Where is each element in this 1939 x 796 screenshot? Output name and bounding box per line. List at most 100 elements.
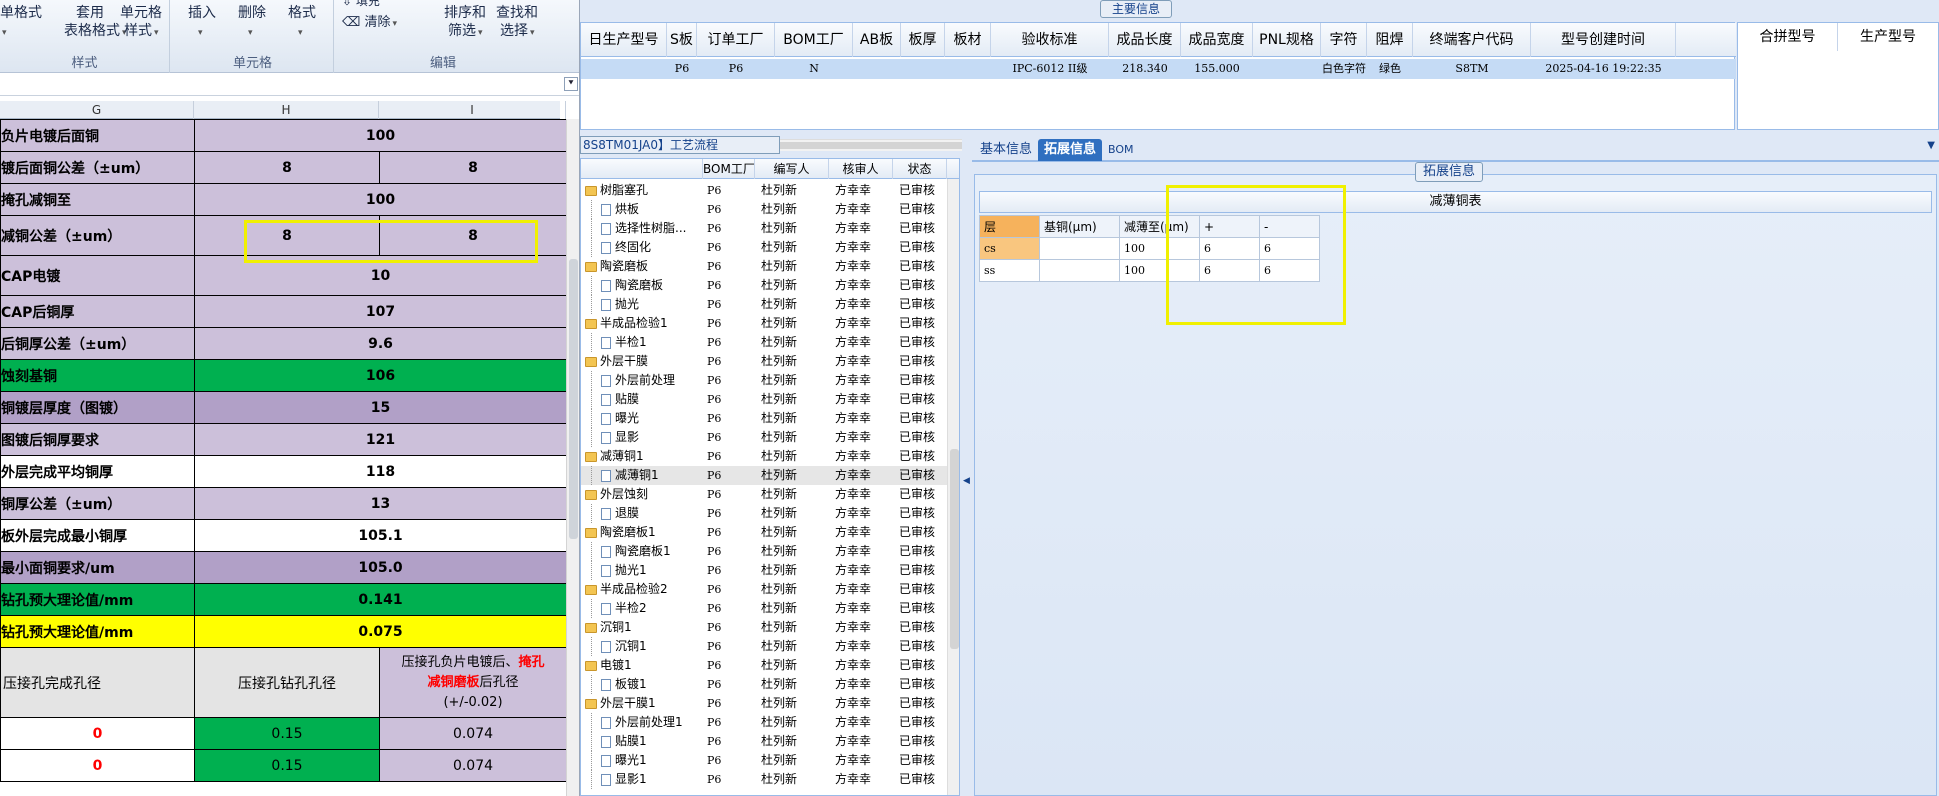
- process-tree-row[interactable]: 曝光 P6 杜列新 方幸幸 已审核: [581, 409, 959, 428]
- formula-bar[interactable]: ⯆: [0, 74, 579, 96]
- collapse-left-icon[interactable]: ◀: [963, 476, 970, 486]
- cell-h[interactable]: 0.15: [194, 749, 380, 782]
- process-tree-row[interactable]: 板镀1 P6 杜列新 方幸幸 已审核: [581, 675, 959, 694]
- grid-cell[interactable]: 218.340: [1109, 59, 1181, 79]
- tab-bom[interactable]: BOM: [1102, 139, 1140, 161]
- tab-extended-info[interactable]: 拓展信息: [1038, 139, 1103, 161]
- grid-column-header[interactable]: S板: [667, 23, 697, 57]
- grid-column-header[interactable]: 验收标准: [991, 23, 1109, 57]
- cell-h[interactable]: 0.141: [193, 583, 568, 616]
- cell-i[interactable]: 8: [378, 151, 568, 184]
- cell-h[interactable]: 15: [193, 391, 568, 424]
- copper-header-cell[interactable]: 减薄至(μm): [1119, 215, 1200, 238]
- cell-g[interactable]: 最小面铜要求/um: [0, 551, 195, 584]
- scroll-thumb[interactable]: [569, 259, 578, 539]
- column-header-g[interactable]: G: [0, 101, 194, 119]
- process-tree-row[interactable]: 减薄铜1 P6 杜列新 方幸幸 已审核: [581, 466, 959, 485]
- grid-cell[interactable]: [945, 59, 991, 79]
- sort-filter-button[interactable]: 排序和 筛选 ▾: [444, 4, 486, 42]
- cell-h[interactable]: 118: [193, 455, 568, 488]
- cell-h[interactable]: 0.075: [193, 615, 568, 648]
- grid-cell[interactable]: 155.000: [1181, 59, 1253, 79]
- fill-button[interactable]: ⇩ 填充: [342, 0, 380, 10]
- process-tree-row[interactable]: 显影 P6 杜列新 方幸幸 已审核: [581, 428, 959, 447]
- cell-g[interactable]: 压接孔完成孔径: [0, 647, 195, 718]
- process-tree-row[interactable]: 抛光1 P6 杜列新 方幸幸 已审核: [581, 561, 959, 580]
- cell-g[interactable]: 外层完成平均铜厚: [0, 455, 195, 488]
- cell-g[interactable]: CAP后铜厚: [0, 295, 195, 328]
- copper-cell[interactable]: [1039, 237, 1120, 260]
- copper-cell[interactable]: 100: [1119, 237, 1200, 260]
- cell-i[interactable]: 0.074: [378, 717, 568, 750]
- process-column-header[interactable]: 状态: [893, 159, 947, 179]
- grid-cell[interactable]: 白色字符: [1321, 59, 1367, 79]
- copper-cell[interactable]: 6: [1259, 259, 1320, 282]
- tab-menu-icon[interactable]: ▼: [1927, 140, 1935, 151]
- cell-h[interactable]: 100: [193, 119, 568, 152]
- cell-h[interactable]: 9.6: [193, 327, 568, 360]
- grid-column-header[interactable]: 成品长度: [1109, 23, 1181, 57]
- tab-basic-info[interactable]: 基本信息: [974, 139, 1038, 161]
- process-tree-row[interactable]: 陶瓷磨板1 P6 杜列新 方幸幸 已审核: [581, 542, 959, 561]
- grid-column-header[interactable]: 阻焊: [1367, 23, 1413, 57]
- column-header-h[interactable]: H: [194, 101, 379, 119]
- cell-g[interactable]: 铜镀层厚度（图镀）: [0, 391, 195, 424]
- process-tree-row[interactable]: 半检2 P6 杜列新 方幸幸 已审核: [581, 599, 959, 618]
- cell-g[interactable]: 铜厚公差（±um）: [0, 487, 195, 520]
- delete-button[interactable]: 删除 ▾: [238, 4, 266, 42]
- grid-cell[interactable]: S8TM: [1413, 59, 1531, 79]
- grid-column-header[interactable]: 终端客户代码: [1413, 23, 1531, 57]
- grid-column-header[interactable]: 成品宽度: [1181, 23, 1253, 57]
- copper-header-cell[interactable]: 层: [979, 215, 1040, 238]
- grid-column-header[interactable]: BOM工厂: [775, 23, 853, 57]
- copper-header-cell[interactable]: +: [1199, 215, 1260, 238]
- grid-cell[interactable]: 2025-04-16 19:22:35: [1531, 59, 1676, 79]
- format-button[interactable]: 格式 ▾: [288, 4, 316, 42]
- grid-cell[interactable]: P6: [697, 59, 775, 79]
- copper-cell[interactable]: 6: [1259, 237, 1320, 260]
- cell-g[interactable]: CAP电镀: [0, 255, 195, 296]
- process-column-header[interactable]: 编写人: [755, 159, 829, 179]
- process-tree-row[interactable]: 贴膜1 P6 杜列新 方幸幸 已审核: [581, 732, 959, 751]
- process-tree-row[interactable]: 树脂塞孔 P6 杜列新 方幸幸 已审核: [581, 181, 959, 200]
- cell-i[interactable]: 0.074: [378, 749, 568, 782]
- grid-cell[interactable]: IPC-6012 II级: [991, 59, 1109, 79]
- cell-i[interactable]: 8: [378, 215, 568, 256]
- grid-cell[interactable]: [853, 59, 901, 79]
- copper-header-cell[interactable]: 基铜(μm): [1039, 215, 1120, 238]
- cell-h[interactable]: 0.15: [194, 717, 380, 750]
- production-model-header[interactable]: 生产型号: [1838, 23, 1938, 51]
- grid-column-header[interactable]: PNL规格: [1253, 23, 1321, 57]
- copper-cell[interactable]: 6: [1199, 237, 1260, 260]
- process-tree-row[interactable]: 烘板 P6 杜列新 方幸幸 已审核: [581, 200, 959, 219]
- cell-format-button[interactable]: 单格式 ▾: [0, 4, 42, 42]
- process-tree-row[interactable]: 陶瓷磨板 P6 杜列新 方幸幸 已审核: [581, 276, 959, 295]
- cell-g[interactable]: 钻孔预大理论值/mm: [0, 583, 195, 616]
- grid-column-header[interactable]: 日生产型号: [581, 23, 667, 57]
- cell-i[interactable]: 压接孔负片电镀后、掩孔 减铜磨板后孔径 (+/-0.02): [378, 647, 568, 718]
- process-tree-row[interactable]: 外层干膜 P6 杜列新 方幸幸 已审核: [581, 352, 959, 371]
- process-tree-row[interactable]: 抛光 P6 杜列新 方幸幸 已审核: [581, 295, 959, 314]
- column-header-i[interactable]: I: [379, 101, 566, 119]
- process-column-header[interactable]: BOM工厂: [703, 159, 755, 179]
- grid-column-header[interactable]: 板厚: [901, 23, 945, 57]
- process-tree-row[interactable]: 外层前处理1 P6 杜列新 方幸幸 已审核: [581, 713, 959, 732]
- cell-g[interactable]: 钻孔预大理论值/mm: [0, 615, 195, 648]
- expand-formula-icon[interactable]: ⯆: [564, 77, 578, 91]
- cell-h[interactable]: 106: [193, 359, 568, 392]
- cell-g[interactable]: 0: [0, 717, 195, 750]
- cell-h[interactable]: 10: [193, 255, 568, 296]
- process-tree-row[interactable]: 半成品检验1 P6 杜列新 方幸幸 已审核: [581, 314, 959, 333]
- cell-g[interactable]: 镀后面铜公差（±um）: [0, 151, 195, 184]
- cell-style-button[interactable]: 单元格 样式 ▾: [120, 4, 162, 42]
- cell-h[interactable]: 105.1: [193, 519, 568, 552]
- process-tree-row[interactable]: 电镀1 P6 杜列新 方幸幸 已审核: [581, 656, 959, 675]
- grid-cell[interactable]: [901, 59, 945, 79]
- cell-h[interactable]: 压接孔钻孔孔径: [194, 647, 380, 718]
- scroll-thumb[interactable]: [950, 449, 959, 649]
- grid-column-header[interactable]: 板材: [945, 23, 991, 57]
- cell-h[interactable]: 121: [193, 423, 568, 456]
- grid-column-header[interactable]: AB板: [853, 23, 901, 57]
- process-tree-row[interactable]: 终固化 P6 杜列新 方幸幸 已审核: [581, 238, 959, 257]
- process-tree-row[interactable]: 贴膜 P6 杜列新 方幸幸 已审核: [581, 390, 959, 409]
